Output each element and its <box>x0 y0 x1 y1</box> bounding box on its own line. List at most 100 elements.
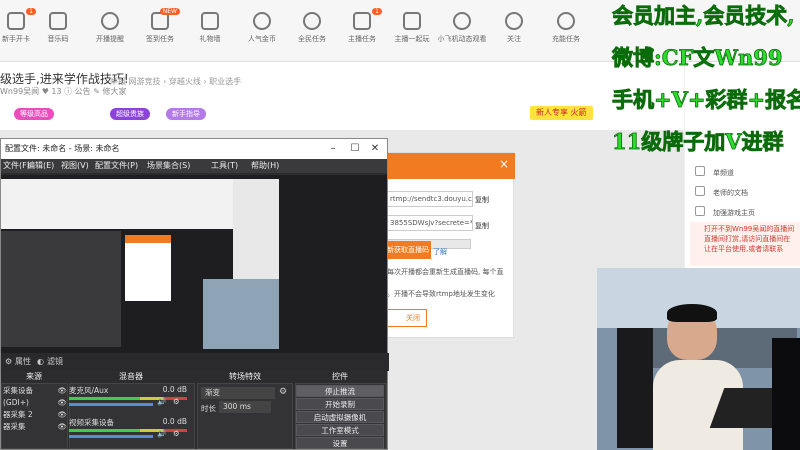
maximize-icon[interactable]: ☐ <box>345 139 365 159</box>
star-icon <box>303 12 321 30</box>
overlay-line-3: 手机+V+彩群+报名 <box>612 87 800 113</box>
dialog-close-button[interactable]: 关闭 <box>387 309 427 327</box>
channel-level: 0.0 dB <box>162 385 187 394</box>
preview-side-thumb <box>233 179 279 279</box>
vip-button[interactable]: 新人专享 火箭 <box>530 106 593 120</box>
checklist-icon <box>353 12 371 30</box>
controls-header: 控件 <box>332 372 348 381</box>
preview-webcam-thumb <box>203 279 279 349</box>
source-item-2[interactable]: (GDI+) 👁 <box>1 397 69 408</box>
volume-meter <box>69 429 187 432</box>
start-record-button[interactable]: 开始录制 <box>296 398 384 410</box>
stop-stream-button[interactable]: 停止推流 <box>296 385 384 397</box>
level-badge-2[interactable]: 超级贵族 <box>110 108 150 120</box>
obs-preview[interactable] <box>1 175 387 353</box>
right-item-1[interactable]: 单频道 <box>713 168 734 178</box>
gauge-icon <box>557 12 575 30</box>
right-item-2[interactable]: 老师的文档 <box>713 188 748 198</box>
level-badge-3[interactable]: 新手指导 <box>166 108 206 120</box>
webcam-feed <box>597 268 800 450</box>
eye-icon[interactable]: 👁 <box>57 409 67 420</box>
mixer-channel-2: 视频采集设备 0.0 dB 🔊 ⚙ <box>69 417 191 447</box>
menu-profile[interactable]: 配置文件(P) <box>95 160 138 171</box>
doc-icon <box>695 186 705 196</box>
overlay-line-1: 会员加主,会员技术, <box>612 3 795 29</box>
tool-follow[interactable]: 关注 <box>484 6 544 58</box>
gear-icon[interactable]: ⚙ <box>173 397 180 406</box>
room-notice: 打开不到Wn99吴闻的直播间 直播间打赏,请访问直播间在 让在平台使用,或者请联… <box>690 222 800 266</box>
studio-mode-button[interactable]: 工作室模式 <box>296 424 384 436</box>
eye-icon[interactable]: 👁 <box>57 421 67 432</box>
close-window-icon[interactable]: ✕ <box>365 139 385 159</box>
users-icon <box>505 12 523 30</box>
props-bar: ⚙ 属性 ◐ 滤镜 <box>1 353 389 371</box>
preview-obs-thumb <box>1 231 121 347</box>
filter-icon[interactable]: ◐ <box>37 353 44 371</box>
clipboard-icon <box>403 12 421 30</box>
duration-input[interactable]: 300 ms <box>219 401 271 413</box>
game-icon <box>695 206 705 216</box>
help-link[interactable]: 了解 <box>433 247 447 257</box>
menu-view[interactable]: 视图(V) <box>61 160 89 171</box>
transitions-header: 转场特效 <box>229 372 261 381</box>
room-meta: Wn99吴闻 ♥ 13 ⓘ 公告 ✎ 修大家 <box>0 87 127 96</box>
menu-edit[interactable]: 编辑(E) <box>27 160 54 171</box>
tool-charge[interactable]: 充能任务 <box>536 6 596 58</box>
ufo-icon <box>453 12 471 30</box>
room-tags[interactable]: 举报 网游竞技 › 穿越火线 › 职业选手 <box>110 76 241 87</box>
flame-icon <box>253 12 271 30</box>
menu-help[interactable]: 帮助(H) <box>251 160 279 171</box>
settings-button[interactable]: 设置 <box>296 437 384 449</box>
stream-page: 新手开卡 1 音乐码 开播提醒 签到任务 NEW 礼物墙 人气金币 全民任务 主播任… <box>0 0 800 450</box>
speaker-icon[interactable]: 🔊 <box>157 429 166 438</box>
gear-icon[interactable]: ⚙ <box>279 387 287 397</box>
waveform-icon <box>49 12 67 30</box>
server-url-field[interactable]: rtmp://sendtc3.douyu.com/live <box>387 191 473 207</box>
preview-dialog-thumb <box>125 235 171 301</box>
gear-icon[interactable]: ⚙ <box>173 429 180 438</box>
minimize-icon[interactable]: – <box>323 139 343 159</box>
dialog-header: × <box>387 153 515 179</box>
stream-key-field[interactable]: 3855SDWsJv?secrete=****** <box>387 215 473 231</box>
props-button[interactable]: 属性 <box>15 353 31 371</box>
menu-tools[interactable]: 工具(T) <box>211 160 238 171</box>
level-badge-1[interactable]: 等级高品 <box>14 108 54 120</box>
transition-select[interactable]: 渐变 <box>201 387 275 399</box>
dialog-info-1: 每次开播都会重新生成直播码, 每个直 <box>387 268 504 276</box>
filters-button[interactable]: 滤镜 <box>47 353 63 371</box>
mixer-channel-1: 麦克风/Aux 0.0 dB 🔊 ⚙ <box>69 385 191 415</box>
monitor <box>772 338 800 450</box>
virtual-camera-button[interactable]: 启动虚拟摄像机 <box>296 411 384 423</box>
gaming-chair <box>617 328 653 448</box>
copy-server-button[interactable]: 复制 <box>475 195 489 205</box>
channel-level: 0.0 dB <box>162 417 187 426</box>
volume-meter <box>69 397 187 400</box>
volume-slider[interactable] <box>69 435 153 438</box>
speaker-icon[interactable]: 🔊 <box>157 397 166 406</box>
tool-music[interactable]: 音乐码 <box>28 6 88 58</box>
menu-scene-collection[interactable]: 场景集合(S) <box>147 160 190 171</box>
source-item-3[interactable]: 器采集 2 👁 <box>1 409 69 420</box>
eye-icon[interactable]: 👁 <box>57 397 67 408</box>
tool-plane[interactable]: 小飞机动态观看 <box>432 6 492 58</box>
stream-key-dialog: × rtmp://sendtc3.douyu.com/live 复制 3855S… <box>386 152 515 338</box>
gift-icon <box>201 12 219 30</box>
reset-key-button[interactable]: 重新获取直播码 <box>387 241 431 259</box>
right-item-3[interactable]: 加强游戏主页 <box>713 208 755 218</box>
eye-icon[interactable]: 👁 <box>57 385 67 396</box>
obs-window: 配置文件: 未命名 - 场景: 未命名 – ☐ ✕ 文件(F) 编辑(E) 视图… <box>0 138 389 450</box>
list-icon <box>695 166 705 176</box>
volume-slider[interactable] <box>69 403 153 406</box>
duration-label: 时长 <box>201 404 216 413</box>
dialog-info-2: 开播不会导致rtmp地址发生变化。 <box>387 290 495 298</box>
gear-icon[interactable]: ⚙ <box>5 353 12 371</box>
source-item-1[interactable]: 采集设备 👁 <box>1 385 69 396</box>
close-icon[interactable]: × <box>499 157 509 171</box>
menu-file[interactable]: 文件(F) <box>3 160 30 171</box>
channel-name: 麦克风/Aux <box>69 386 109 395</box>
copy-key-button[interactable]: 复制 <box>475 221 489 231</box>
tool-gift-wall[interactable]: 礼物墙 <box>180 6 240 58</box>
source-item-4[interactable]: 器采集 👁 <box>1 421 69 432</box>
mixer-header: 混音器 <box>119 372 143 381</box>
channel-name: 视频采集设备 <box>69 418 114 427</box>
